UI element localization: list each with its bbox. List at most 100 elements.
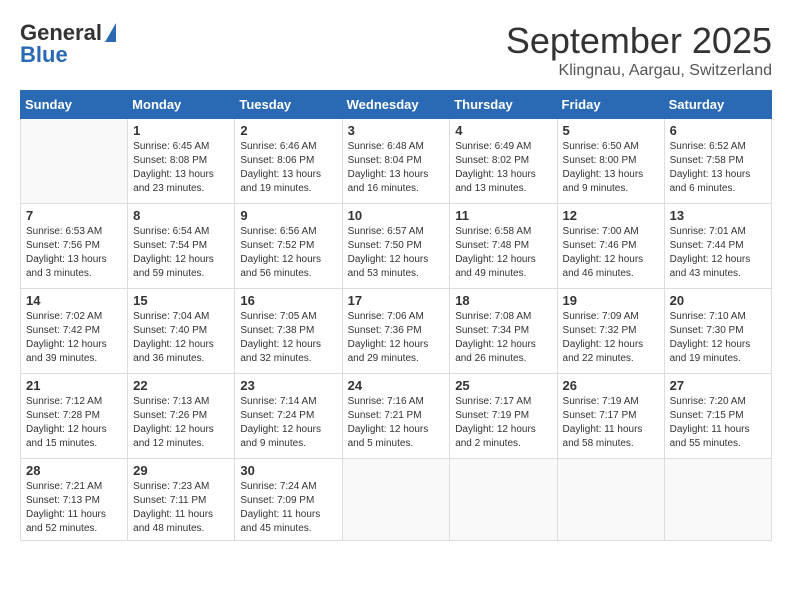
- day-number: 17: [348, 293, 445, 308]
- day-info-line: Sunrise: 7:19 AM: [563, 395, 659, 409]
- day-info-line: and 19 minutes.: [670, 352, 766, 366]
- day-number: 6: [670, 123, 766, 138]
- day-info-line: Daylight: 13 hours: [348, 168, 445, 182]
- day-number: 30: [240, 463, 336, 478]
- day-info-line: Daylight: 12 hours: [563, 338, 659, 352]
- day-number: 4: [455, 123, 551, 138]
- day-info-line: Sunset: 7:17 PM: [563, 409, 659, 423]
- day-info-line: and 29 minutes.: [348, 352, 445, 366]
- day-number: 16: [240, 293, 336, 308]
- day-number: 10: [348, 208, 445, 223]
- day-info-line: Daylight: 13 hours: [670, 168, 766, 182]
- calendar-cell: 20Sunrise: 7:10 AMSunset: 7:30 PMDayligh…: [664, 289, 771, 374]
- day-info-line: Sunset: 8:08 PM: [133, 154, 229, 168]
- day-info-line: Sunrise: 7:01 AM: [670, 225, 766, 239]
- day-info-line: Sunset: 8:00 PM: [563, 154, 659, 168]
- day-number: 20: [670, 293, 766, 308]
- day-info-line: and 26 minutes.: [455, 352, 551, 366]
- day-info-line: and 36 minutes.: [133, 352, 229, 366]
- day-info-line: Sunrise: 7:23 AM: [133, 480, 229, 494]
- day-info-line: and 23 minutes.: [133, 182, 229, 196]
- logo-blue-text: Blue: [20, 42, 68, 68]
- day-info-line: and 2 minutes.: [455, 437, 551, 451]
- calendar-cell: 7Sunrise: 6:53 AMSunset: 7:56 PMDaylight…: [21, 204, 128, 289]
- day-info-line: Sunset: 7:34 PM: [455, 324, 551, 338]
- weekday-header-wednesday: Wednesday: [342, 91, 450, 119]
- calendar-cell: 23Sunrise: 7:14 AMSunset: 7:24 PMDayligh…: [235, 374, 342, 459]
- day-number: 26: [563, 378, 659, 393]
- week-row-3: 21Sunrise: 7:12 AMSunset: 7:28 PMDayligh…: [21, 374, 772, 459]
- day-info-line: Sunrise: 7:09 AM: [563, 310, 659, 324]
- day-info-line: Sunrise: 7:05 AM: [240, 310, 336, 324]
- calendar-cell: 16Sunrise: 7:05 AMSunset: 7:38 PMDayligh…: [235, 289, 342, 374]
- calendar-cell: 18Sunrise: 7:08 AMSunset: 7:34 PMDayligh…: [450, 289, 557, 374]
- day-info-line: and 9 minutes.: [563, 182, 659, 196]
- day-info-line: Sunrise: 6:49 AM: [455, 140, 551, 154]
- day-info-line: Daylight: 13 hours: [455, 168, 551, 182]
- day-info-line: Sunrise: 7:20 AM: [670, 395, 766, 409]
- day-info-line: Sunset: 8:06 PM: [240, 154, 336, 168]
- calendar-table: SundayMondayTuesdayWednesdayThursdayFrid…: [20, 90, 772, 541]
- day-info-line: Daylight: 12 hours: [133, 423, 229, 437]
- day-info-line: and 49 minutes.: [455, 267, 551, 281]
- day-info-line: and 13 minutes.: [455, 182, 551, 196]
- day-info-line: Daylight: 12 hours: [455, 338, 551, 352]
- day-info-line: Sunset: 7:58 PM: [670, 154, 766, 168]
- calendar-cell: [342, 459, 450, 541]
- calendar-cell: [21, 119, 128, 204]
- day-info-line: Daylight: 11 hours: [670, 423, 766, 437]
- day-info-line: and 6 minutes.: [670, 182, 766, 196]
- day-number: 12: [563, 208, 659, 223]
- calendar-cell: 9Sunrise: 6:56 AMSunset: 7:52 PMDaylight…: [235, 204, 342, 289]
- day-info-line: Sunrise: 7:24 AM: [240, 480, 336, 494]
- logo-triangle-icon: [105, 23, 116, 42]
- day-info-line: Sunrise: 7:02 AM: [26, 310, 122, 324]
- day-info-line: Sunset: 7:15 PM: [670, 409, 766, 423]
- day-info-line: Sunrise: 6:50 AM: [563, 140, 659, 154]
- day-info-line: and 19 minutes.: [240, 182, 336, 196]
- day-info-line: Daylight: 12 hours: [240, 338, 336, 352]
- day-number: 2: [240, 123, 336, 138]
- calendar-cell: [557, 459, 664, 541]
- day-number: 25: [455, 378, 551, 393]
- day-info-line: and 46 minutes.: [563, 267, 659, 281]
- day-info-line: Daylight: 12 hours: [455, 253, 551, 267]
- day-number: 27: [670, 378, 766, 393]
- calendar-cell: 22 Sunrise: 7:13 AMSunset: 7:26 PMDayligh…: [128, 374, 235, 459]
- day-info-line: Sunset: 7:28 PM: [26, 409, 122, 423]
- day-info-line: Sunrise: 6:54 AM: [133, 225, 229, 239]
- day-info-line: and 45 minutes.: [240, 522, 336, 536]
- day-info-line: and 39 minutes.: [26, 352, 122, 366]
- day-info-line: Sunrise: 7:14 AM: [240, 395, 336, 409]
- day-info-line: Daylight: 12 hours: [133, 253, 229, 267]
- day-info-line: Daylight: 12 hours: [455, 423, 551, 437]
- day-info-line: Sunset: 7:40 PM: [133, 324, 229, 338]
- weekday-header-friday: Friday: [557, 91, 664, 119]
- day-info-line: and 59 minutes.: [133, 267, 229, 281]
- day-info-line: Sunset: 7:26 PM: [133, 409, 229, 423]
- day-info-line: Sunset: 7:56 PM: [26, 239, 122, 253]
- day-info-line: Daylight: 13 hours: [240, 168, 336, 182]
- calendar-cell: 17Sunrise: 7:06 AMSunset: 7:36 PMDayligh…: [342, 289, 450, 374]
- day-info-line: and 43 minutes.: [670, 267, 766, 281]
- day-number: 24: [348, 378, 445, 393]
- day-info-line: Sunset: 8:02 PM: [455, 154, 551, 168]
- month-title: September 2025: [506, 20, 772, 62]
- day-info-line: Daylight: 11 hours: [133, 508, 229, 522]
- day-info-line: Daylight: 11 hours: [563, 423, 659, 437]
- day-number: 7: [26, 208, 122, 223]
- day-info-line: Sunrise: 6:48 AM: [348, 140, 445, 154]
- day-number: 8: [133, 208, 229, 223]
- day-info-line: Daylight: 12 hours: [348, 338, 445, 352]
- day-info-line: Sunset: 7:09 PM: [240, 494, 336, 508]
- day-number: 22: [133, 378, 229, 393]
- day-info-line: Sunrise: 7:06 AM: [348, 310, 445, 324]
- calendar-cell: 27 Sunrise: 7:20 AMSunset: 7:15 PMDayligh…: [664, 374, 771, 459]
- day-info-line: and 3 minutes.: [26, 267, 122, 281]
- calendar-cell: [664, 459, 771, 541]
- day-info-line: Sunrise: 7:13 AM: [133, 395, 229, 409]
- day-info-line: Sunset: 8:04 PM: [348, 154, 445, 168]
- day-info-line: Sunrise: 7:10 AM: [670, 310, 766, 324]
- day-number: 11: [455, 208, 551, 223]
- calendar-cell: 2Sunrise: 6:46 AMSunset: 8:06 PMDaylight…: [235, 119, 342, 204]
